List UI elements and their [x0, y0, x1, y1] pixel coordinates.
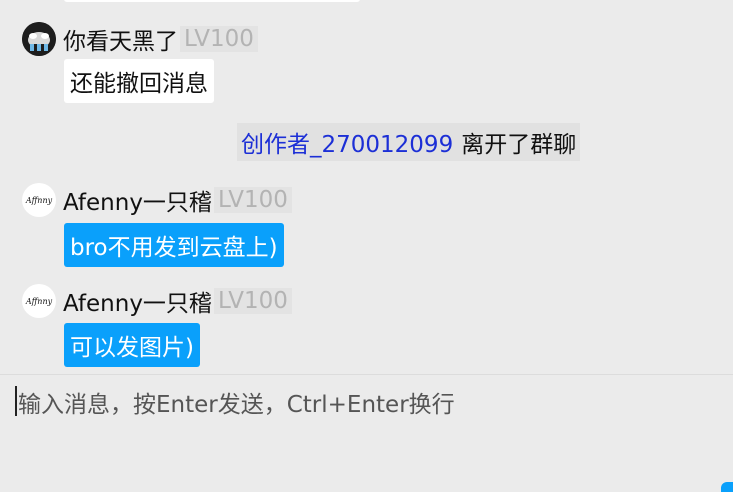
afenny-logo-icon: Affnny [25, 195, 53, 205]
previous-message-bubble [64, 0, 360, 2]
sender-name[interactable]: 你看天黑了 [63, 22, 178, 56]
afenny-logo-icon: Affnny [25, 296, 53, 306]
message-bubble[interactable]: 可以发图片) [64, 323, 200, 367]
message-header: Affnny Afenny一只稽 LV100 [22, 282, 292, 320]
system-notice: 创作者_270012099 离开了群聊 [237, 123, 581, 161]
message-input[interactable]: 输入消息，按Enter发送，Ctrl+Enter换行 [0, 374, 733, 492]
level-badge: LV100 [180, 26, 258, 52]
message-bubble[interactable]: 还能撤回消息 [64, 59, 214, 103]
system-notice-action: 离开了群聊 [461, 132, 577, 158]
input-placeholder: 输入消息，按Enter发送，Ctrl+Enter换行 [18, 392, 455, 418]
avatar[interactable]: Affnny [22, 183, 56, 217]
message-header: Affnny Afenny一只稽 LV100 [22, 181, 292, 219]
level-badge: LV100 [213, 187, 292, 213]
level-badge: LV100 [213, 288, 292, 314]
text-caret [15, 386, 17, 416]
avatar[interactable] [22, 22, 56, 56]
sender-name[interactable]: Afenny一只稽 [63, 284, 212, 318]
cartoon-face-icon [22, 22, 56, 56]
message-bubble[interactable]: bro不用发到云盘上) [64, 223, 284, 267]
sender-name[interactable]: Afenny一只稽 [63, 183, 212, 217]
message-header: 你看天黑了 LV100 [22, 20, 258, 58]
system-notice-user[interactable]: 创作者_270012099 [241, 125, 453, 159]
avatar[interactable]: Affnny [22, 284, 56, 318]
